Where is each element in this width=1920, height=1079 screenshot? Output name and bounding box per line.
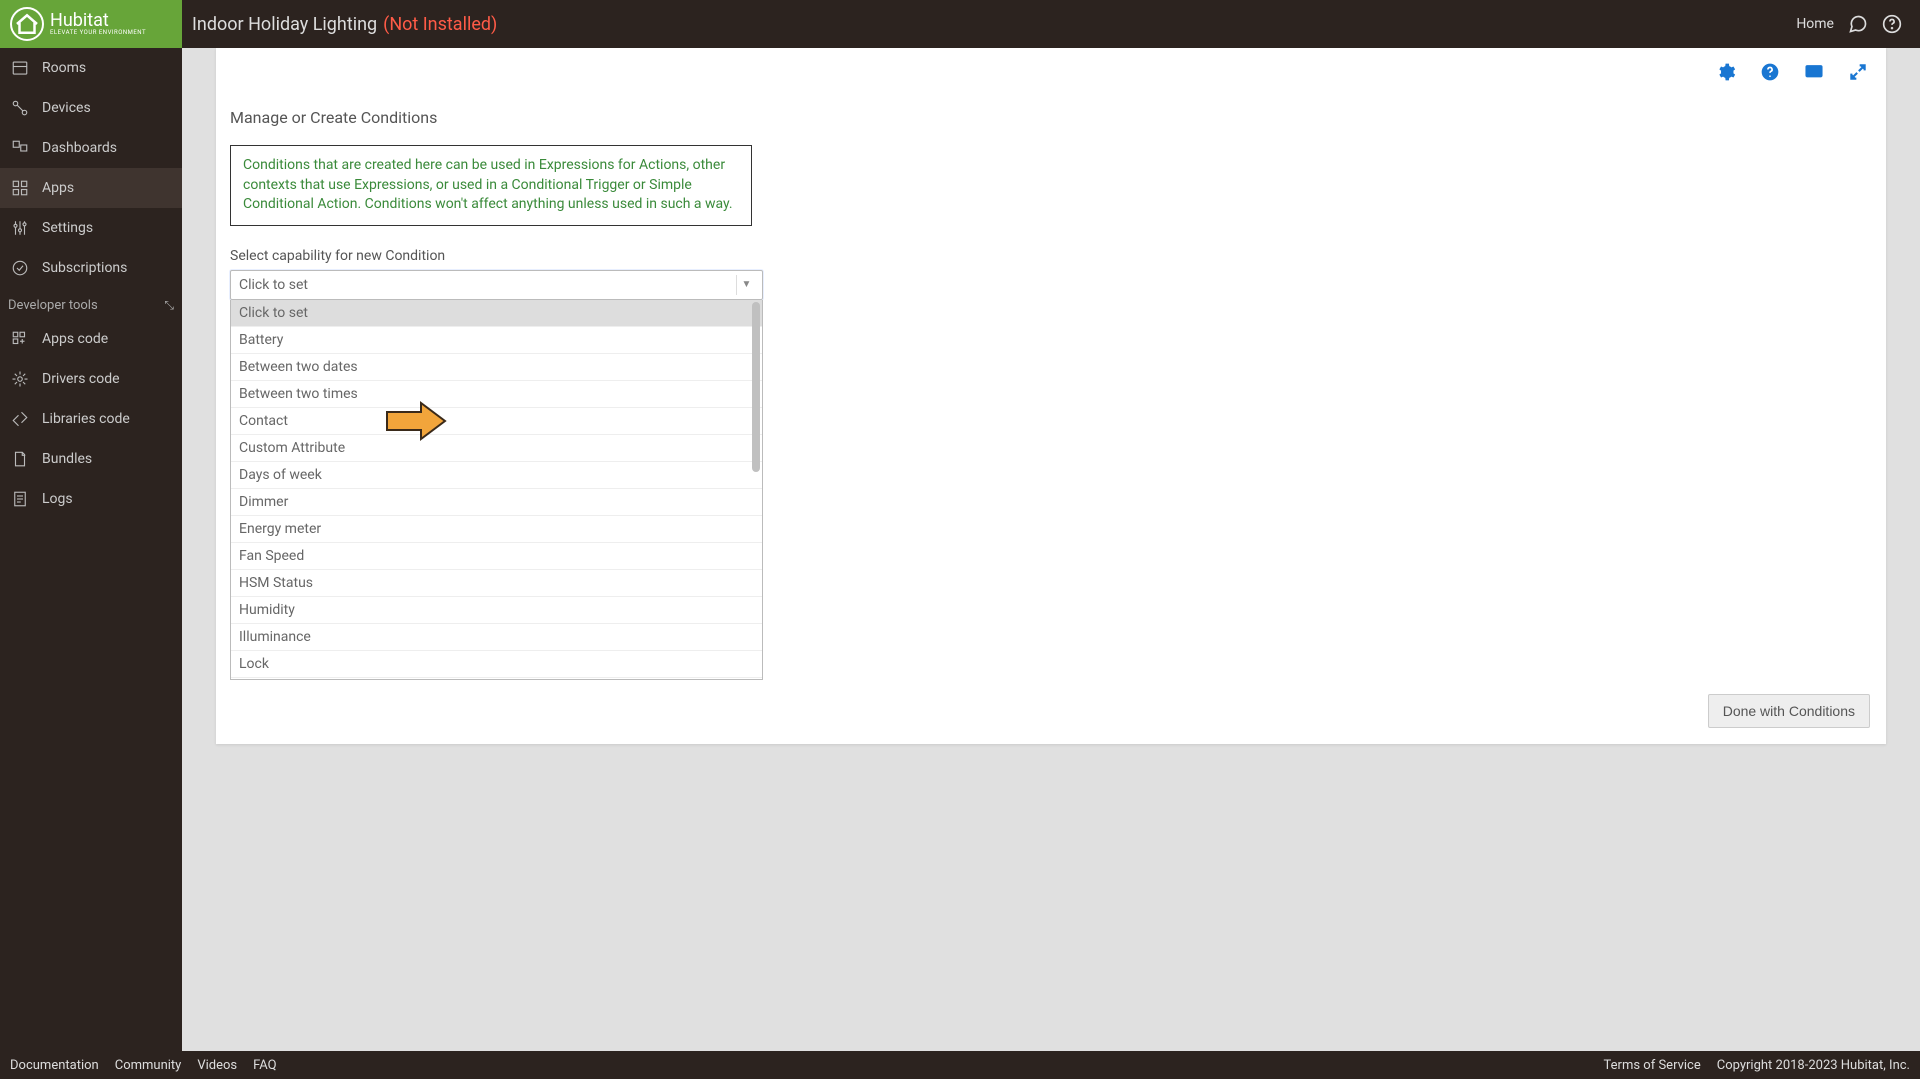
sidebar-item-settings[interactable]: Settings — [0, 208, 182, 248]
header: Hubitat ELEVATE YOUR ENVIRONMENT Indoor … — [0, 0, 1920, 48]
capability-dropdown: Click to set Battery Between two dates B… — [230, 300, 763, 680]
help-icon[interactable] — [1882, 14, 1902, 34]
option-between-two-times[interactable]: Between two times — [231, 380, 762, 407]
sidebar-item-drivers-code[interactable]: Drivers code — [0, 359, 182, 399]
sidebar-item-label: Rooms — [42, 60, 86, 76]
option-between-two-dates[interactable]: Between two dates — [231, 353, 762, 380]
sidebar-item-label: Apps — [42, 180, 74, 196]
brand-name: Hubitat — [50, 12, 146, 30]
select-value: Click to set — [239, 277, 308, 293]
section-title: Manage or Create Conditions — [230, 108, 1872, 127]
page-status: (Not Installed) — [383, 14, 497, 35]
drivers-code-icon — [10, 369, 30, 389]
sidebar-item-rooms[interactable]: Rooms — [0, 48, 182, 88]
logo-text: Hubitat ELEVATE YOUR ENVIRONMENT — [50, 12, 146, 36]
logo-icon — [10, 7, 44, 41]
option-hsm-status[interactable]: HSM Status — [231, 569, 762, 596]
gear-icon[interactable] — [1716, 62, 1736, 82]
settings-icon — [10, 218, 30, 238]
option-dimmer[interactable]: Dimmer — [231, 488, 762, 515]
toolbar — [1716, 62, 1868, 82]
home-link[interactable]: Home — [1796, 16, 1834, 32]
libraries-code-icon — [10, 409, 30, 429]
chat-icon[interactable] — [1848, 14, 1868, 34]
header-right: Home — [1796, 14, 1920, 34]
logo[interactable]: Hubitat ELEVATE YOUR ENVIRONMENT — [0, 0, 182, 48]
sidebar-item-subscriptions[interactable]: Subscriptions — [0, 248, 182, 288]
capability-select[interactable]: Click to set ▼ — [230, 270, 763, 300]
option-energy-meter[interactable]: Energy meter — [231, 515, 762, 542]
dashboards-icon — [10, 138, 30, 158]
option-illuminance[interactable]: Illuminance — [231, 623, 762, 650]
sidebar-item-label: Dashboards — [42, 140, 117, 156]
option-contact[interactable]: Contact — [231, 407, 762, 434]
option-days-of-week[interactable]: Days of week — [231, 461, 762, 488]
option-battery[interactable]: Battery — [231, 326, 762, 353]
bundles-icon — [10, 449, 30, 469]
sidebar-item-libraries-code[interactable]: Libraries code — [0, 399, 182, 439]
footer-videos[interactable]: Videos — [197, 1058, 237, 1073]
sidebar-item-label: Devices — [42, 100, 91, 116]
help-icon[interactable] — [1760, 62, 1780, 82]
sidebar-item-label: Settings — [42, 220, 93, 236]
collapse-icon: ⤡ — [164, 298, 174, 313]
option-humidity[interactable]: Humidity — [231, 596, 762, 623]
done-with-conditions-button[interactable]: Done with Conditions — [1708, 694, 1870, 728]
monitor-icon[interactable] — [1804, 62, 1824, 82]
content: Manage or Create Conditions Conditions t… — [216, 48, 1886, 700]
rooms-icon — [10, 58, 30, 78]
dropdown-scrollbar[interactable] — [752, 302, 760, 472]
developer-tools-header[interactable]: Developer tools ⤡ — [0, 288, 182, 319]
sidebar-item-label: Subscriptions — [42, 260, 127, 276]
sidebar-item-devices[interactable]: Devices — [0, 88, 182, 128]
logs-icon — [10, 489, 30, 509]
option-lock[interactable]: Lock — [231, 650, 762, 677]
sidebar-item-label: Drivers code — [42, 371, 120, 387]
subscriptions-icon — [10, 258, 30, 278]
apps-icon — [10, 178, 30, 198]
option-fan-speed[interactable]: Fan Speed — [231, 542, 762, 569]
footer-terms[interactable]: Terms of Service — [1604, 1058, 1701, 1073]
sidebar-item-apps-code[interactable]: Apps code — [0, 319, 182, 359]
footer-faq[interactable]: FAQ — [253, 1058, 276, 1073]
brand-tagline: ELEVATE YOUR ENVIRONMENT — [50, 30, 146, 36]
apps-code-icon — [10, 329, 30, 349]
sidebar-item-bundles[interactable]: Bundles — [0, 439, 182, 479]
arrow-annotation — [385, 400, 447, 446]
option-custom-attribute[interactable]: Custom Attribute — [231, 434, 762, 461]
option-click-to-set[interactable]: Click to set — [231, 300, 762, 326]
chevron-down-icon: ▼ — [736, 275, 756, 295]
sidebar-item-label: Libraries code — [42, 411, 130, 427]
info-box: Conditions that are created here can be … — [230, 145, 752, 226]
page-title-area: Indoor Holiday Lighting (Not Installed) — [182, 14, 497, 35]
sidebar-item-apps[interactable]: Apps — [0, 168, 182, 208]
sidebar-item-label: Logs — [42, 491, 73, 507]
sidebar-item-label: Bundles — [42, 451, 92, 467]
dev-header-label: Developer tools — [8, 298, 98, 313]
devices-icon — [10, 98, 30, 118]
sidebar: Rooms Devices Dashboards Apps Settings S… — [0, 48, 182, 1051]
footer: Documentation Community Videos FAQ Terms… — [0, 1051, 1920, 1079]
footer-copyright: Copyright 2018-2023 Hubitat, Inc. — [1717, 1058, 1910, 1073]
sidebar-item-dashboards[interactable]: Dashboards — [0, 128, 182, 168]
option-lock-codes[interactable]: Lock codes — [231, 677, 762, 680]
sidebar-item-logs[interactable]: Logs — [0, 479, 182, 519]
main: Manage or Create Conditions Conditions t… — [182, 48, 1920, 1051]
footer-documentation[interactable]: Documentation — [10, 1058, 99, 1073]
card: Manage or Create Conditions Conditions t… — [216, 48, 1886, 744]
page-title: Indoor Holiday Lighting — [192, 14, 377, 35]
select-label: Select capability for new Condition — [230, 248, 1872, 264]
expand-icon[interactable] — [1848, 62, 1868, 82]
sidebar-item-label: Apps code — [42, 331, 108, 347]
footer-community[interactable]: Community — [115, 1058, 182, 1073]
